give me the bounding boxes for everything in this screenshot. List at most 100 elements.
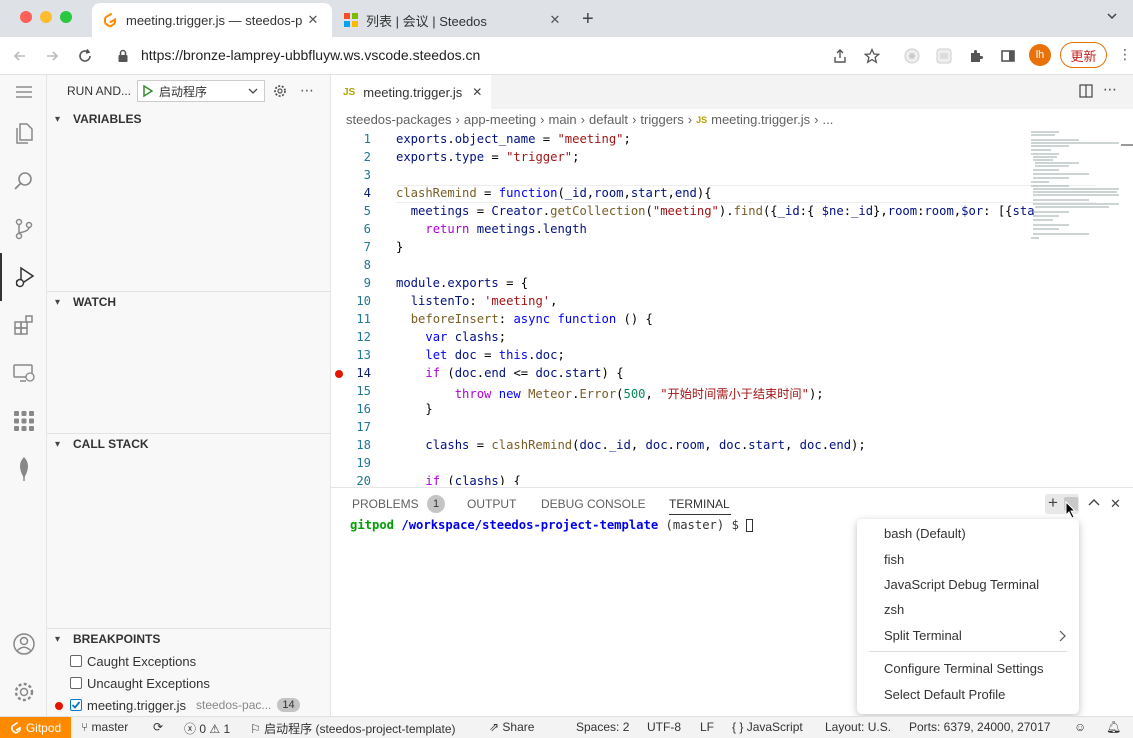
tab-search-chevron-icon[interactable]	[1106, 10, 1118, 22]
line-number[interactable]: 17	[331, 420, 371, 434]
share-button[interactable]: ⇗ Share	[489, 720, 534, 734]
close-tab-icon[interactable]: ✕	[546, 12, 564, 28]
line-number[interactable]: 19	[331, 456, 371, 470]
keyboard-layout-status[interactable]: Layout: U.S.	[825, 720, 891, 734]
line-number[interactable]: 10	[331, 294, 371, 308]
bookmark-star-icon[interactable]	[862, 46, 882, 66]
menu-item-js-debug-terminal[interactable]: JavaScript Debug Terminal	[884, 577, 1039, 592]
side-panel-icon[interactable]	[998, 46, 1018, 66]
browser-tab-active[interactable]: meeting.trigger.js — steedos-p ✕	[92, 3, 332, 37]
browser-tab[interactable]: 列表 | 会议 | Steedos ✕	[334, 3, 574, 37]
line-number[interactable]: 20	[331, 474, 371, 485]
extensions-icon[interactable]	[0, 301, 47, 349]
checkbox[interactable]	[70, 677, 82, 689]
encoding-status[interactable]: UTF-8	[647, 720, 681, 734]
new-tab-icon[interactable]: +	[582, 8, 594, 31]
account-icon[interactable]	[0, 620, 47, 668]
line-number[interactable]: 11	[331, 312, 371, 326]
checkbox[interactable]	[70, 655, 82, 667]
search-icon[interactable]	[0, 157, 47, 205]
debug-settings-gear-icon[interactable]	[273, 84, 287, 98]
browser-menu-icon[interactable]: ⋮	[1118, 46, 1132, 63]
menu-hamburger-icon[interactable]	[0, 75, 47, 109]
launch-debug-status[interactable]: ⚐ 启动程序 (steedos-project-template)	[250, 720, 456, 737]
line-number[interactable]: 15	[331, 384, 371, 398]
breakpoint-caught-exceptions[interactable]: Caught Exceptions	[70, 650, 196, 672]
call-stack-section-header[interactable]: ▾ CALL STACK	[47, 433, 331, 455]
maximize-panel-chevron-up-icon[interactable]	[1088, 498, 1100, 508]
menu-item-select-default-profile[interactable]: Select Default Profile	[884, 687, 1005, 702]
line-number[interactable]: 9	[331, 276, 371, 290]
editor-more-actions-icon[interactable]: ⋯	[1103, 81, 1117, 98]
close-editor-icon[interactable]: ✕	[472, 85, 482, 99]
line-number[interactable]: 8	[331, 258, 371, 272]
line-number[interactable]: 6	[331, 222, 371, 236]
back-icon[interactable]	[10, 46, 30, 66]
notifications-bell-icon[interactable]: 🔔︎	[1106, 720, 1121, 734]
update-button[interactable]: 更新	[1060, 42, 1107, 68]
explorer-files-icon[interactable]	[0, 109, 47, 157]
eol-status[interactable]: LF	[700, 720, 714, 734]
minimize-window-button[interactable]	[40, 11, 52, 23]
profile-avatar[interactable]: lh	[1029, 44, 1051, 66]
tab-terminal[interactable]: TERMINAL	[669, 497, 730, 511]
menu-item-split-terminal[interactable]: Split Terminal	[884, 628, 962, 643]
new-terminal-plus-icon[interactable]: +	[1048, 493, 1058, 513]
lock-icon[interactable]	[117, 49, 129, 63]
checkbox-checked[interactable]	[70, 699, 82, 711]
line-number[interactable]: 14	[331, 366, 371, 380]
line-number[interactable]: 5	[331, 204, 371, 218]
menu-item-bash[interactable]: bash (Default)	[884, 526, 966, 541]
breadcrumb-item[interactable]: ...	[822, 112, 833, 127]
scrollbar-indicator[interactable]	[1121, 144, 1133, 146]
breadcrumb-item[interactable]: main	[548, 112, 576, 127]
tab-debug-console[interactable]: DEBUG CONSOLE	[541, 497, 646, 511]
breadcrumb-item[interactable]: triggers	[640, 112, 683, 127]
ports-status[interactable]: Ports: 6379, 24000, 27017	[909, 720, 1050, 734]
forward-icon[interactable]	[42, 46, 62, 66]
menu-item-zsh[interactable]: zsh	[884, 602, 904, 617]
language-status[interactable]: { } JavaScript	[732, 720, 803, 734]
terminal-prompt-line[interactable]: gitpod /workspace/steedos-project-templa…	[350, 518, 754, 532]
run-and-debug-icon[interactable]	[0, 253, 47, 301]
mongodb-leaf-icon[interactable]	[0, 445, 47, 493]
line-number[interactable]: 1	[331, 132, 371, 146]
breadcrumb-item[interactable]: steedos-packages	[346, 112, 452, 127]
line-number[interactable]: 3	[331, 168, 371, 182]
menu-item-fish[interactable]: fish	[884, 552, 904, 567]
problems-status[interactable]: ⓧ 0 ⚠ 1	[184, 720, 230, 737]
extension-icon[interactable]	[934, 46, 954, 66]
breadcrumb-item[interactable]: app-meeting	[464, 112, 536, 127]
editor-tab-active[interactable]: JS meeting.trigger.js ✕	[331, 75, 491, 109]
breakpoint-uncaught-exceptions[interactable]: Uncaught Exceptions	[70, 672, 210, 694]
line-number[interactable]: 16	[331, 402, 371, 416]
close-tab-icon[interactable]: ✕	[304, 12, 322, 28]
breakpoint-file-entry[interactable]: meeting.trigger.js steedos-pac... 14	[70, 694, 325, 716]
share-page-icon[interactable]	[830, 46, 850, 66]
indentation-status[interactable]: Spaces: 2	[576, 720, 629, 734]
breadcrumb-item[interactable]: default	[589, 112, 628, 127]
watch-section-header[interactable]: ▾ WATCH	[47, 291, 331, 313]
close-panel-icon[interactable]: ✕	[1110, 496, 1121, 512]
reload-icon[interactable]	[75, 46, 95, 66]
feedback-icon[interactable]: ☺	[1074, 720, 1086, 734]
breakpoints-section-header[interactable]: ▾ BREAKPOINTS	[47, 628, 331, 650]
tab-output[interactable]: OUTPUT	[467, 497, 516, 511]
launch-config-dropdown[interactable]: 启动程序	[137, 80, 265, 102]
menu-item-configure-terminal-settings[interactable]: Configure Terminal Settings	[884, 661, 1043, 676]
close-window-button[interactable]	[20, 11, 32, 23]
start-debugging-play-icon[interactable]	[143, 85, 153, 97]
apps-grid-icon[interactable]	[0, 397, 47, 445]
line-number[interactable]: 4	[331, 186, 371, 200]
code-editor[interactable]: 1 2 3 4 5 6 7 8 9 10 11 12 13 14 15 16 17 18 19 20 exports.…	[331, 130, 1133, 485]
address-bar[interactable]: https://bronze-lamprey-ubbfluyw.ws.vscod…	[141, 47, 480, 63]
variables-section-header[interactable]: ▾ VARIABLES	[47, 108, 331, 130]
minimap[interactable]	[1029, 130, 1121, 245]
line-number[interactable]: 13	[331, 348, 371, 362]
git-branch[interactable]: ⑂ master	[81, 720, 128, 734]
line-number[interactable]: 7	[331, 240, 371, 254]
extension-icon[interactable]	[902, 46, 922, 66]
extensions-puzzle-icon[interactable]	[966, 46, 986, 66]
more-actions-icon[interactable]: ⋯	[300, 82, 314, 99]
sync-icon[interactable]: ⟳	[153, 720, 163, 734]
